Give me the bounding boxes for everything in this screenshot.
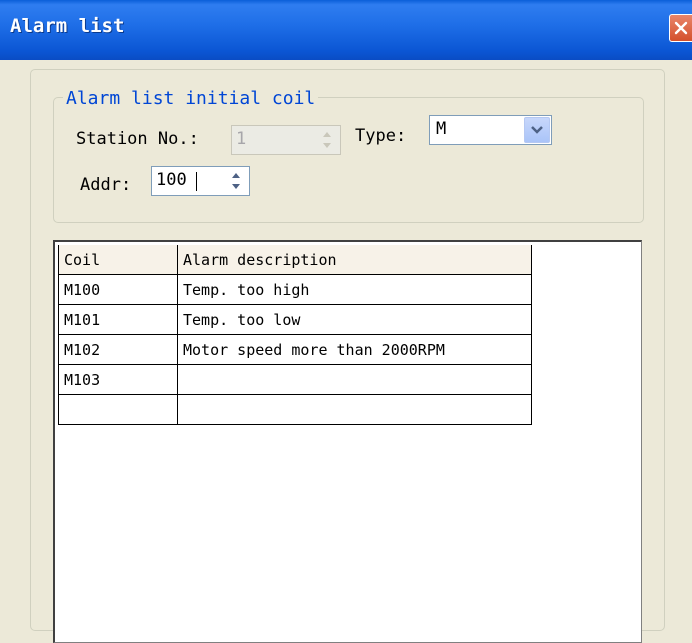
table-row[interactable]: M103 [58,364,532,395]
coil-cell[interactable]: M100 [58,274,178,305]
coil-cell[interactable] [58,394,178,425]
close-button[interactable] [669,14,692,42]
description-cell[interactable]: Temp. too low [177,304,532,335]
description-cell[interactable]: Temp. too high [177,274,532,305]
column-header-coil[interactable]: Coil [58,245,178,275]
spin-down-icon[interactable] [225,181,247,193]
addr-input[interactable]: 100 [156,170,187,190]
window-title: Alarm list [10,15,125,37]
alarm-grid[interactable]: Coil Alarm description M100 Temp. too hi… [53,240,642,643]
table-row[interactable] [58,394,532,425]
station-spin-buttons [316,128,338,152]
text-cursor [196,172,197,191]
close-icon [674,21,688,35]
coil-cell[interactable]: M101 [58,304,178,335]
table-row[interactable]: M100 Temp. too high [58,274,532,305]
dropdown-button[interactable] [524,117,550,143]
spin-up-icon [323,132,331,137]
description-cell[interactable] [177,394,532,425]
type-value: M [436,119,447,139]
spin-up-icon[interactable] [225,169,247,181]
description-cell[interactable] [177,364,532,395]
description-cell[interactable]: Motor speed more than 2000RPM [177,334,532,365]
coil-cell[interactable]: M103 [58,364,178,395]
station-label: Station No.: [76,129,199,149]
dialog-body: Alarm list initial coil Station No.: 1 T… [0,60,692,643]
type-label: Type: [355,126,407,146]
table-header-row: Coil Alarm description [58,245,532,275]
addr-spin-buttons[interactable] [225,169,247,193]
spin-down-icon [323,143,331,148]
type-dropdown[interactable]: M [429,115,552,145]
column-header-description[interactable]: Alarm description [177,245,532,275]
table-row[interactable]: M101 Temp. too low [58,304,532,335]
chevron-down-icon [531,126,543,134]
station-spinner: 1 [231,125,341,155]
table-row[interactable]: M102 Motor speed more than 2000RPM [58,334,532,365]
addr-spinner[interactable]: 100 [151,166,250,196]
initial-coil-group [53,97,644,223]
addr-label: Addr: [80,175,132,195]
title-bar[interactable]: Alarm list [0,0,692,60]
station-value: 1 [236,129,247,149]
group-legend: Alarm list initial coil [63,88,319,109]
alarm-table: Coil Alarm description M100 Temp. too hi… [58,245,532,425]
coil-cell[interactable]: M102 [58,334,178,365]
